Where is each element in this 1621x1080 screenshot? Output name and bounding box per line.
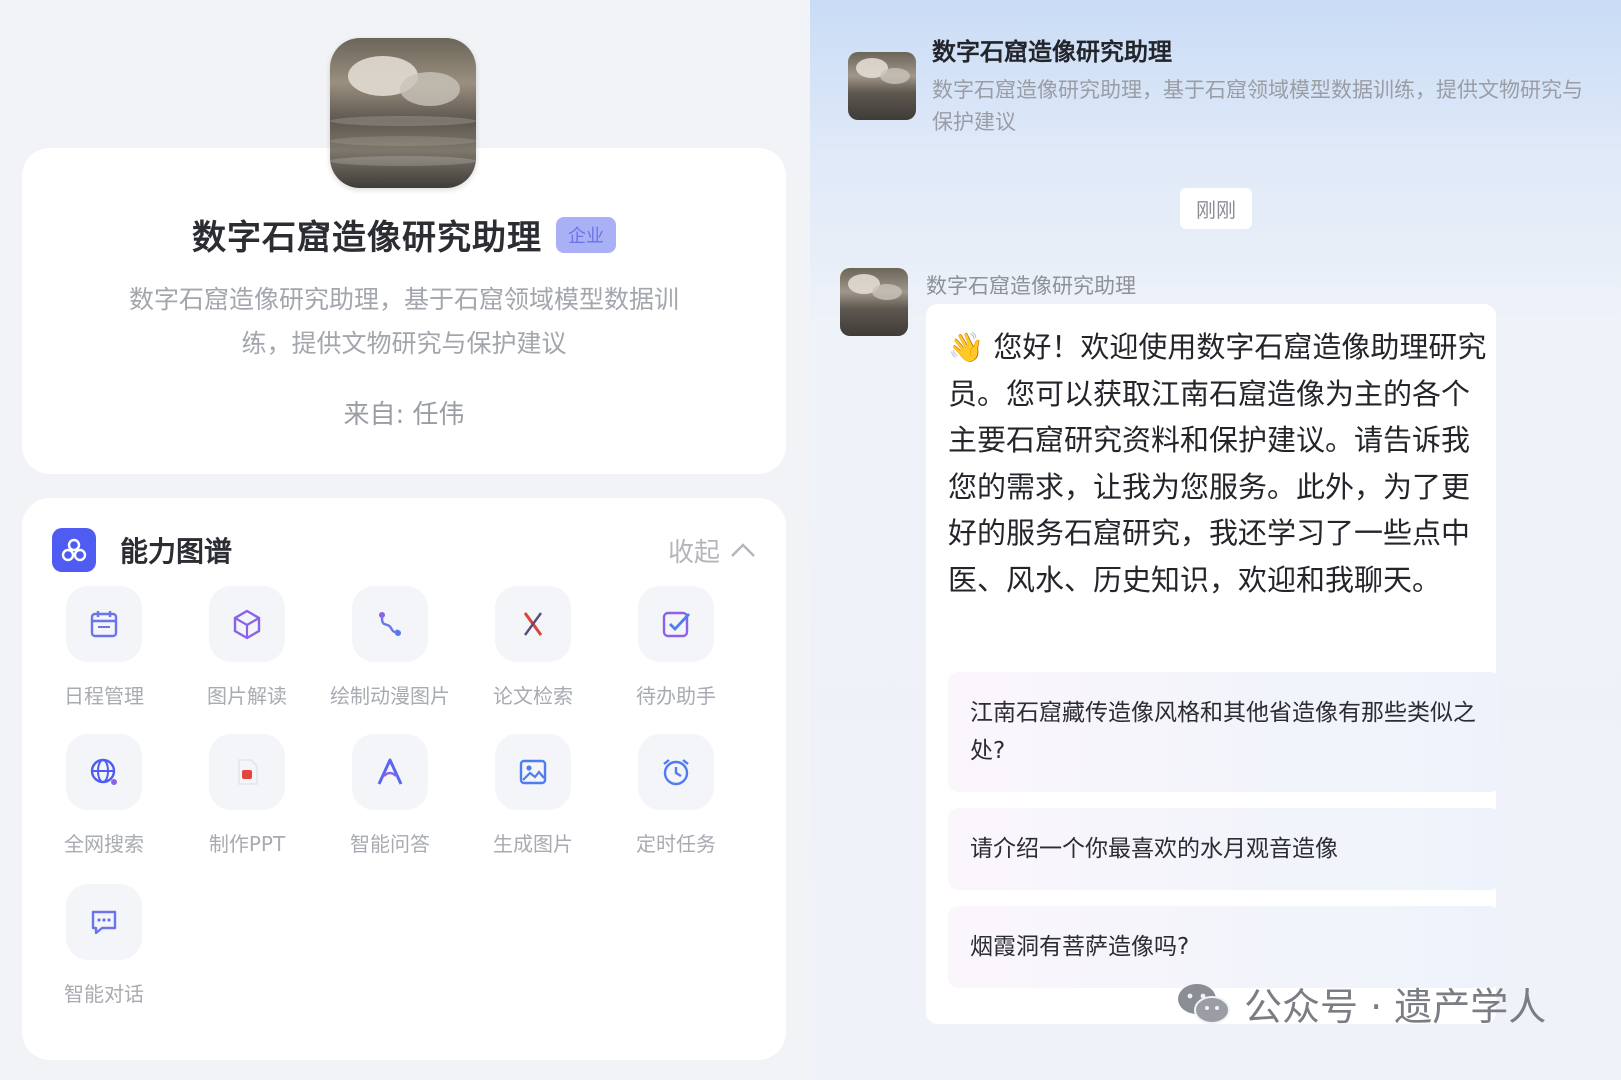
letter-a-icon [352,734,428,810]
wechat-icon [1178,983,1230,1024]
wave-emoji: 👋 [948,330,985,364]
tool-label: 定时任务 [636,832,716,856]
tool-label: 日程管理 [64,684,144,708]
globe-icon [66,734,142,810]
tool-make-ppt[interactable]: 制作PPT [187,734,307,857]
assistant-avatar [330,38,476,188]
image-icon [495,734,571,810]
assistant-profile-panel: 数字石窟造像研究助理 企业 数字石窟造像研究助理，基于石窟领域模型数据训练，提供… [0,0,810,1080]
ppt-file-icon [209,734,285,810]
tool-web-search[interactable]: 全网搜索 [44,734,164,857]
capability-header: 能力图谱 收起 [52,526,756,574]
tool-label: 待办助手 [636,684,716,708]
chat-header-description: 数字石窟造像研究助理，基于石窟领域模型数据训练，提供文物研究与保护建议 [932,78,1583,134]
suggested-question-text: 江南石窟藏传造像风格和其他省造像有那些类似之处? [970,700,1476,764]
suggested-question[interactable]: 请介绍一个你最喜欢的水月观音造像 [948,808,1500,890]
suggested-question[interactable]: 江南石窟藏传造像风格和其他省造像有那些类似之处? [948,672,1500,792]
assistant-name: 数字石窟造像研究助理 [192,218,542,258]
assistant-title-row: 数字石窟造像研究助理 企业 [22,210,786,259]
tool-smart-qa[interactable]: 智能问答 [330,734,450,857]
tool-image-reading[interactable]: 图片解读 [187,586,307,709]
suggested-question-text: 请介绍一个你最喜欢的水月观音造像 [970,836,1338,862]
tool-label: 论文检索 [493,684,573,708]
chevron-up-icon [731,543,755,557]
greeting-text: 您好！欢迎使用数字石窟造像助理研究员。您可以获取江南石窟造像为主的各个主要石窟研… [948,330,1487,597]
tool-todo[interactable]: 待办助手 [616,586,736,709]
message-timestamp: 刚刚 [1180,188,1252,229]
assistant-info-card: 数字石窟造像研究助理 企业 数字石窟造像研究助理，基于石窟领域模型数据训练，提供… [22,148,786,474]
tool-paper-search[interactable]: 论文检索 [473,586,593,709]
tool-anime-drawing[interactable]: 绘制动漫图片 [330,586,450,709]
enterprise-badge: 企业 [556,216,616,253]
collapse-label: 收起 [667,537,720,568]
tool-label: 全网搜索 [64,832,144,856]
bot-avatar [848,52,916,120]
cube-icon [209,586,285,662]
tool-scheduled-task[interactable]: 定时任务 [616,734,736,857]
message-bubble: 👋 您好！欢迎使用数字石窟造像助理研究员。您可以获取江南石窟造像为主的各个主要石… [926,304,1500,1024]
chat-icon [66,884,142,960]
capability-map-icon [52,528,96,572]
tool-label: 生成图片 [493,832,573,856]
calendar-icon [66,586,142,662]
suggested-question-text: 烟霞洞有菩萨造像吗? [970,934,1190,960]
watermark-text: 公众号 · 遗产学人 [1244,985,1547,1029]
assistant-description: 数字石窟造像研究助理，基于石窟领域模型数据训练，提供文物研究与保护建议 [128,285,679,358]
tool-label: 绘制动漫图片 [330,684,450,708]
message-sender-name: 数字石窟造像研究助理 [926,274,1136,298]
message-avatar [840,268,908,336]
tool-label: 智能问答 [350,832,430,856]
capability-title: 能力图谱 [120,535,233,568]
tool-generate-image[interactable]: 生成图片 [473,734,593,857]
chat-header: 数字石窟造像研究助理 数字石窟造像研究助理，基于石窟领域模型数据训练，提供文物研… [840,30,1591,140]
path-icon [352,586,428,662]
tool-label: 智能对话 [64,982,144,1006]
tool-smart-chat[interactable]: 智能对话 [44,884,164,1007]
tool-label: 制作PPT [208,832,286,856]
capability-map-card: 能力图谱 收起 日程管理 图片解读 绘制动漫图片 论文检索 待办助手 全网搜索 … [22,498,786,1060]
watermark: 公众号 · 遗产学人 [1176,976,1546,1031]
collapse-toggle[interactable]: 收起 [668,532,756,569]
alarm-clock-icon [638,734,714,810]
tool-schedule[interactable]: 日程管理 [44,586,164,709]
assistant-creator: 来自: 任伟 [343,400,465,430]
chat-header-title: 数字石窟造像研究助理 [932,38,1172,66]
chat-panel: 数字石窟造像研究助理 数字石窟造像研究助理，基于石窟领域模型数据训练，提供文物研… [810,0,1621,1080]
cross-icon [495,586,571,662]
greeting-message: 👋 您好！欢迎使用数字石窟造像助理研究员。您可以获取江南石窟造像为主的各个主要石… [948,324,1488,603]
checkbox-icon [638,586,714,662]
tool-label: 图片解读 [207,684,287,708]
